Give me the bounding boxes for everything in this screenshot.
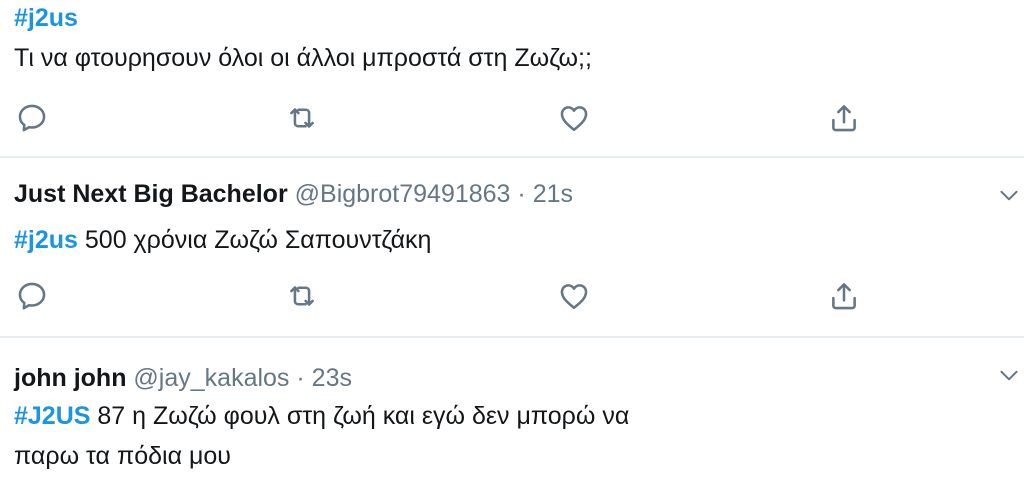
reply-icon [15,279,49,313]
tweet-hashtag-line: #j2us [14,2,78,35]
hashtag-link[interactable]: #J2US [14,402,90,430]
tweet-actions [0,276,1024,316]
hashtag-link[interactable]: #j2us [14,4,78,32]
timestamp[interactable]: 23s [312,364,352,392]
tweet-text: #j2us 500 χρόνια Ζωζώ Σαπουντζάκη [14,224,431,257]
tweet-3[interactable]: john john @jay_kakalos · 23s #J2US 87 η … [0,338,1024,483]
retweet-icon [285,101,319,135]
share-button[interactable] [824,98,864,138]
tweet-text: #J2US 87 η Ζωζώ φουλ στη ζωή και εγώ δεν… [14,400,629,433]
retweet-button[interactable] [282,98,322,138]
reply-button[interactable] [12,98,52,138]
reply-button[interactable] [12,276,52,316]
share-icon [827,101,861,135]
heart-icon [557,279,591,313]
reply-icon [15,101,49,135]
share-button[interactable] [824,276,864,316]
retweet-icon [285,279,319,313]
hashtag-link[interactable]: #j2us [14,226,78,254]
timestamp[interactable]: 21s [533,180,573,208]
tweet-body: 87 η Ζωζώ φουλ στη ζωή και εγώ δεν μπορώ… [90,402,630,430]
author-handle[interactable]: @Bigbrot79491863 [295,180,511,208]
chevron-down-icon[interactable] [996,182,1022,208]
author-name[interactable]: Just Next Big Bachelor [14,180,288,208]
tweet-1[interactable]: #j2us Τι να φτουρησουν όλοι οι άλλοι μπρ… [0,0,1024,156]
tweet-header: john john @jay_kakalos · 23s [14,364,352,393]
heart-icon [557,101,591,135]
tweet-header: Just Next Big Bachelor @Bigbrot79491863 … [14,180,573,209]
tweet-actions [0,98,1024,138]
tweet-body: 500 χρόνια Ζωζώ Σαπουντζάκη [77,226,432,254]
tweet-2[interactable]: Just Next Big Bachelor @Bigbrot79491863 … [0,158,1024,336]
retweet-button[interactable] [282,276,322,316]
separator-dot: · [517,180,526,208]
author-handle[interactable]: @jay_kakalos [133,364,289,392]
tweet-text-line-2: παρω τα πόδια μου [14,442,231,470]
tweet-text: Τι να φτουρησουν όλοι οι άλλοι μπροστά σ… [14,44,592,72]
like-button[interactable] [554,276,594,316]
separator-dot: · [296,364,305,392]
like-button[interactable] [554,98,594,138]
share-icon [827,279,861,313]
author-name[interactable]: john john [14,364,126,392]
chevron-down-icon[interactable] [996,362,1022,388]
